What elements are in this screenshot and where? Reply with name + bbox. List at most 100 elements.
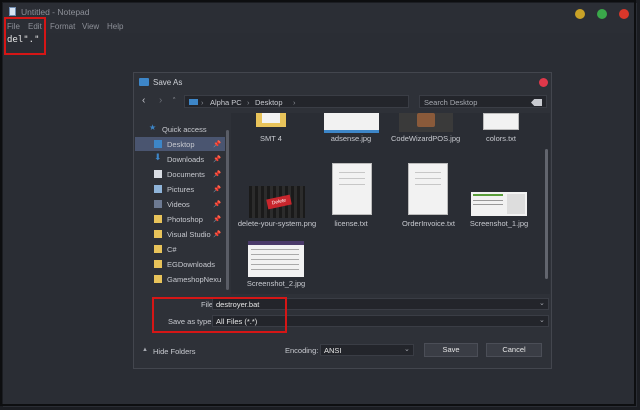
- file-list-scrollbar[interactable]: [544, 113, 550, 294]
- folder-icon: [154, 260, 162, 268]
- text-file-thumbnail[interactable]: [332, 163, 372, 215]
- breadcrumb-separator-icon: ›: [247, 98, 250, 107]
- folder-icon: [154, 230, 162, 238]
- sidebar-item-downloads[interactable]: ⬇ Downloads 📌: [135, 152, 225, 166]
- breadcrumb-separator-icon: ›: [201, 98, 204, 107]
- folder-icon: [154, 245, 162, 253]
- file-name[interactable]: colors.txt: [466, 134, 536, 144]
- folder-icon: [154, 275, 162, 283]
- navigation-sidebar: ★ Quick access Desktop 📌 ⬇ Downloads 📌 D…: [135, 115, 225, 295]
- window-title: Untitled - Notepad: [21, 7, 90, 17]
- chevron-down-icon[interactable]: ⌄: [404, 345, 410, 353]
- close-button[interactable]: [619, 9, 629, 19]
- chevron-down-icon[interactable]: ⌄: [539, 316, 545, 324]
- menu-bar: File Edit Format View Help: [3, 21, 637, 33]
- forward-arrow-icon[interactable]: ›: [159, 95, 162, 106]
- image-thumbnail[interactable]: Delete: [249, 186, 305, 218]
- file-list: SMT 4 adsense.jpg CodeWizardPOS.jpg colo…: [231, 113, 546, 294]
- sidebar-item-desktop[interactable]: Desktop 📌: [135, 137, 225, 151]
- sidebar-item-gameshopnexus[interactable]: GameshopNexu: [135, 272, 225, 286]
- sidebar-label: Quick access: [162, 125, 207, 134]
- encoding-label: Encoding:: [285, 346, 319, 355]
- file-name[interactable]: CodeWizardPOS.jpg: [391, 134, 461, 144]
- search-placeholder: Search Desktop: [424, 98, 478, 107]
- search-input[interactable]: Search Desktop: [419, 95, 547, 108]
- sidebar-scroll-thumb[interactable]: [226, 130, 229, 290]
- notepad-app-icon: [9, 7, 16, 16]
- pin-icon: 📌: [213, 171, 222, 178]
- document-icon: [154, 170, 162, 178]
- pin-icon: 📌: [213, 141, 222, 148]
- sidebar-item-csharp[interactable]: C#: [135, 242, 225, 256]
- save-dialog-icon: [139, 78, 149, 86]
- navigation-bar: ‹ › ˆ › Alpha PC › Desktop › ↻ Search De…: [134, 92, 551, 112]
- sidebar-item-pictures[interactable]: Pictures 📌: [135, 182, 225, 196]
- dialog-title: Save As: [153, 78, 183, 87]
- sidebar-item-quick-access[interactable]: ★ Quick access: [135, 122, 225, 136]
- highlight-box-form: [152, 297, 287, 333]
- file-name[interactable]: SMT 4: [236, 134, 306, 144]
- sidebar-item-photoshop[interactable]: Photoshop 📌: [135, 212, 225, 226]
- chevron-up-icon[interactable]: ▲: [142, 347, 148, 353]
- sidebar-item-documents[interactable]: Documents 📌: [135, 167, 225, 181]
- sidebar-label: EGDownloads: [167, 260, 215, 269]
- file-name[interactable]: adsense.jpg: [316, 134, 386, 144]
- encoding-select[interactable]: ANSI ⌄: [320, 344, 414, 356]
- pin-icon: 📌: [213, 186, 222, 193]
- file-name[interactable]: Screenshot_2.jpg: [241, 279, 311, 289]
- image-thumbnail[interactable]: [324, 113, 379, 133]
- dialog-close-button[interactable]: [539, 78, 548, 87]
- chevron-down-icon[interactable]: ⌄: [539, 299, 545, 307]
- save-as-dialog: Save As ‹ › ˆ › Alpha PC › Desktop › ↻ S…: [133, 72, 552, 369]
- maximize-button[interactable]: [597, 9, 607, 19]
- computer-icon: [189, 99, 198, 105]
- download-icon: ⬇: [154, 152, 162, 162]
- minimize-button[interactable]: [575, 9, 585, 19]
- back-arrow-icon[interactable]: ‹: [142, 95, 145, 106]
- highlight-box-content: [4, 17, 46, 55]
- sidebar-label: C#: [167, 245, 177, 254]
- sidebar-label: Visual Studio: [167, 230, 211, 239]
- save-button[interactable]: Save: [424, 343, 478, 357]
- file-name[interactable]: OrderInvoice.txt: [391, 219, 466, 229]
- up-chevron-icon[interactable]: ˆ: [173, 98, 175, 105]
- file-list-scroll-thumb[interactable]: [545, 149, 548, 279]
- pin-icon: 📌: [213, 216, 222, 223]
- pin-icon: 📌: [213, 201, 222, 208]
- menu-view[interactable]: View: [82, 22, 99, 31]
- image-thumbnail[interactable]: [471, 192, 527, 216]
- image-thumbnail[interactable]: [248, 241, 304, 277]
- star-icon: ★: [149, 123, 157, 132]
- sidebar-label: Downloads: [167, 155, 205, 164]
- menu-help[interactable]: Help: [107, 22, 123, 31]
- video-icon: [154, 200, 162, 208]
- breadcrumb-desktop[interactable]: Desktop: [255, 98, 283, 107]
- sidebar-scrollbar[interactable]: [225, 115, 230, 295]
- cancel-button[interactable]: Cancel: [486, 343, 542, 357]
- pin-icon: 📌: [213, 231, 222, 238]
- sidebar-item-videos[interactable]: Videos 📌: [135, 197, 225, 211]
- encoding-value: ANSI: [324, 346, 342, 355]
- sidebar-label: Photoshop: [167, 215, 203, 224]
- dialog-titlebar: Save As: [134, 73, 551, 92]
- hide-folders-toggle[interactable]: Hide Folders: [153, 347, 196, 356]
- breadcrumb-alpha-pc[interactable]: Alpha PC: [210, 98, 242, 107]
- image-thumbnail[interactable]: [399, 113, 453, 132]
- desktop-folder-icon: [154, 140, 162, 148]
- sidebar-item-visual-studio[interactable]: Visual Studio 📌: [135, 227, 225, 241]
- folder-thumbnail[interactable]: [256, 113, 286, 127]
- folder-icon: [154, 215, 162, 223]
- text-file-thumbnail[interactable]: [408, 163, 448, 215]
- file-name[interactable]: Screenshot_1.jpg: [464, 219, 534, 229]
- file-name[interactable]: delete-your-system.png: [237, 219, 317, 229]
- menu-format[interactable]: Format: [50, 22, 75, 31]
- text-file-thumbnail[interactable]: [483, 113, 519, 130]
- sidebar-label: Pictures: [167, 185, 195, 194]
- address-bar[interactable]: › Alpha PC › Desktop › ↻: [184, 95, 456, 108]
- sidebar-item-egdownloads[interactable]: EGDownloads: [135, 257, 225, 271]
- file-name[interactable]: license.txt: [316, 219, 386, 229]
- picture-icon: [154, 185, 162, 193]
- sidebar-label: Videos: [167, 200, 190, 209]
- clear-search-icon[interactable]: [531, 99, 542, 106]
- pin-icon: 📌: [213, 156, 222, 163]
